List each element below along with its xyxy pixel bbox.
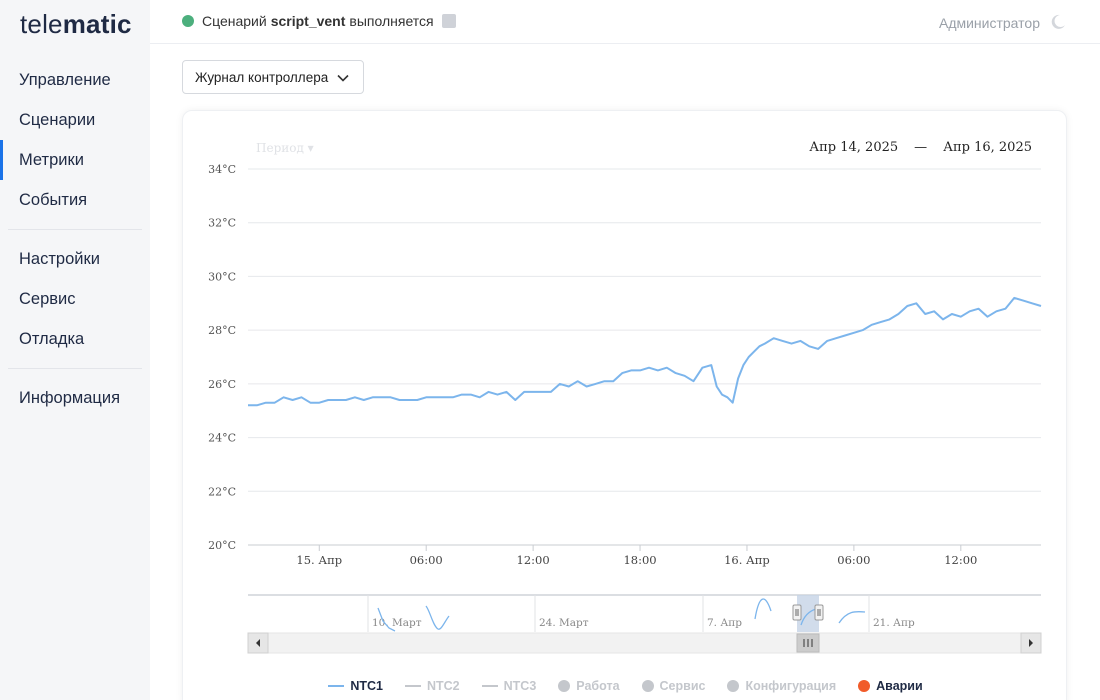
app-logo[interactable]: telematic xyxy=(20,9,132,40)
legend-line-symbol xyxy=(481,685,498,687)
navigator-handle[interactable] xyxy=(814,604,824,621)
temperature-chart[interactable]: 20°C 22°C 24°C 26°C 28°C 30°C 32°C 34°C 15. Апр 0… xyxy=(183,111,1068,671)
x-tick-label: 12:00 xyxy=(517,553,550,567)
sidebar-item-0-1[interactable]: Сценарии xyxy=(0,100,150,140)
sidebar: telematic Управление Сценарии Метрики Событ… xyxy=(0,0,150,700)
legend-label: Сервис xyxy=(659,679,706,693)
navigator-date-label: 7. Апр xyxy=(707,617,742,629)
legend-item-0[interactable]: NTC1 xyxy=(328,679,383,693)
stop-scenario-button[interactable] xyxy=(441,14,456,28)
navigator-handle[interactable] xyxy=(792,604,802,621)
scrollbar-track[interactable] xyxy=(247,632,1042,654)
y-tick-label: 20°C xyxy=(208,539,236,552)
legend-label: Конфигурация xyxy=(745,679,837,693)
sidebar-item-1-0[interactable]: Настройки xyxy=(0,239,150,279)
y-tick-label: 30°C xyxy=(208,270,236,283)
sidebar-item-1-1[interactable]: Сервис xyxy=(0,279,150,319)
x-tick-label: 12:00 xyxy=(944,553,977,567)
sidebar-item-0-2[interactable]: Метрики xyxy=(0,140,150,180)
legend-item-5[interactable]: Конфигурация xyxy=(727,679,836,693)
status-suffix: выполняется xyxy=(349,13,434,29)
legend-item-2[interactable]: NTC3 xyxy=(481,679,537,693)
y-tick-label: 24°C xyxy=(208,432,236,445)
legend-label: NTC2 xyxy=(426,679,460,693)
scenario-status: Сценарий script_vent выполняется xyxy=(182,13,456,29)
legend-item-6[interactable]: Аварии xyxy=(858,679,923,693)
x-tick-label: 15. Апр xyxy=(296,553,342,567)
x-tick-label: 16. Апр xyxy=(724,553,770,567)
legend-dot-symbol xyxy=(858,680,871,692)
legend-label: NTC3 xyxy=(503,679,537,693)
sidebar-item-0-0[interactable]: Управление xyxy=(0,60,150,100)
log-source-dropdown[interactable]: Журнал контроллера xyxy=(182,60,364,94)
logo-bold: matic xyxy=(62,9,132,39)
legend-item-1[interactable]: NTC2 xyxy=(404,679,460,693)
nav-divider xyxy=(8,368,142,369)
legend-label: Аварии xyxy=(876,679,923,693)
y-tick-label: 32°C xyxy=(208,217,236,230)
moon-icon[interactable] xyxy=(1049,13,1067,31)
chevron-down-icon xyxy=(337,74,349,82)
chart-card: Период ▾ Апр 14, 2025 — Апр 16, 2025 20°… xyxy=(182,110,1067,700)
chart-legend: NTC1 NTC2 NTC3 Работа Сервис Конфигурация Авар… xyxy=(183,679,1068,693)
legend-label: Работа xyxy=(576,679,620,693)
sidebar-item-0-3[interactable]: События xyxy=(0,180,150,220)
y-tick-label: 22°C xyxy=(208,485,236,498)
legend-label: NTC1 xyxy=(350,679,383,693)
navigator-date-label: 10. Март xyxy=(372,617,422,629)
x-tick-label: 06:00 xyxy=(410,553,443,567)
legend-line-symbol xyxy=(328,685,345,687)
legend-dot-symbol xyxy=(727,680,740,692)
series-line-ntc1[interactable] xyxy=(248,296,1042,407)
navigator-sparkline xyxy=(754,598,772,620)
y-tick-label: 26°C xyxy=(208,378,236,391)
legend-item-3[interactable]: Работа xyxy=(558,679,620,693)
y-tick-label: 34°C xyxy=(208,163,236,176)
dropdown-value: Журнал контроллера xyxy=(195,69,329,85)
sidebar-item-1-2[interactable]: Отладка xyxy=(0,319,150,359)
logo-light: tele xyxy=(20,9,63,39)
navigator-date-label: 24. Март xyxy=(539,617,589,629)
sidebar-nav: Управление Сценарии Метрики События Настройк… xyxy=(0,60,150,418)
main-content: Журнал контроллера Период ▾ Апр 14, 2025… xyxy=(150,44,1100,700)
user-name[interactable]: Администратор xyxy=(939,15,1040,31)
navigator-date-label: 21. Апр xyxy=(873,617,915,629)
x-tick-label: 06:00 xyxy=(837,553,870,567)
top-bar: Сценарий script_vent выполняется Админис… xyxy=(150,0,1100,44)
status-prefix: Сценарий xyxy=(202,13,267,29)
status-script-name: script_vent xyxy=(270,13,346,29)
legend-dot-symbol xyxy=(558,680,571,692)
sidebar-item-2-0[interactable]: Информация xyxy=(0,378,150,418)
nav-divider xyxy=(8,229,142,230)
navigator-sparkline xyxy=(838,610,866,624)
legend-item-4[interactable]: Сервис xyxy=(641,679,706,693)
legend-line-symbol xyxy=(404,685,421,687)
legend-dot-symbol xyxy=(641,680,654,692)
x-tick-label: 18:00 xyxy=(623,553,656,567)
status-indicator-dot xyxy=(182,15,194,27)
y-tick-label: 28°C xyxy=(208,324,236,337)
